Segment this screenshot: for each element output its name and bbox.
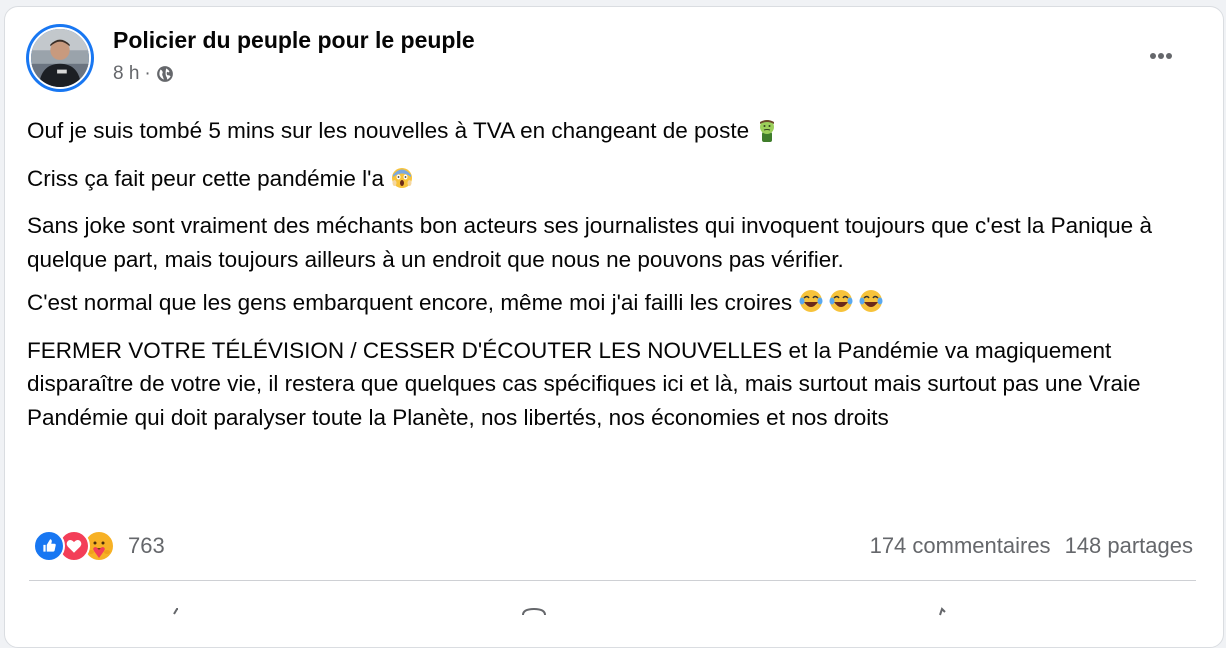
comment-action-icon[interactable]	[521, 603, 546, 616]
post-stats: 174 commentaires 148 partages	[870, 533, 1193, 559]
author-avatar[interactable]	[26, 24, 94, 92]
post-paragraph: Sans joke sont vraiment des méchants bon…	[27, 213, 1152, 272]
comments-count-link[interactable]: 174 commentaires	[870, 533, 1051, 559]
screaming-face-emoji-icon	[390, 166, 414, 200]
like-action-icon[interactable]	[165, 603, 187, 615]
post-meta: 8 h ·	[113, 63, 174, 85]
nauseated-face-emoji-icon	[755, 118, 779, 152]
globe-icon[interactable]	[156, 65, 174, 83]
meta-separator: ·	[144, 63, 151, 84]
police-officer-photo-icon	[31, 29, 89, 87]
post-body: Ouf je suis tombé 5 mins sur les nouvell…	[27, 114, 1202, 444]
tears-of-joy-emoji-icon	[798, 288, 888, 324]
like-icon	[33, 530, 65, 562]
reaction-count[interactable]: 763	[128, 533, 165, 559]
post-paragraph: Criss ça fait peur cette pandémie l'a	[27, 162, 1202, 200]
author-name[interactable]: Policier du peuple pour le peuple	[113, 27, 475, 54]
avatar-photo	[29, 27, 91, 89]
share-action-icon[interactable]	[930, 603, 952, 616]
more-options-button[interactable]	[1141, 43, 1181, 69]
shares-count-link[interactable]: 148 partages	[1065, 533, 1193, 559]
post-card: Policier du peuple pour le peuple 8 h · …	[4, 6, 1224, 648]
post-paragraph: FERMER VOTRE TÉLÉVISION / CESSER D'ÉCOUT…	[27, 337, 1141, 430]
post-paragraph: C'est normal que les gens embarquent enc…	[27, 286, 1202, 324]
more-horizontal-icon	[1150, 53, 1172, 59]
post-time[interactable]: 8 h	[113, 63, 139, 85]
divider	[29, 580, 1196, 581]
post-paragraph: Ouf je suis tombé 5 mins sur les nouvell…	[27, 114, 1202, 152]
reactions-summary[interactable]: 763	[33, 530, 165, 562]
